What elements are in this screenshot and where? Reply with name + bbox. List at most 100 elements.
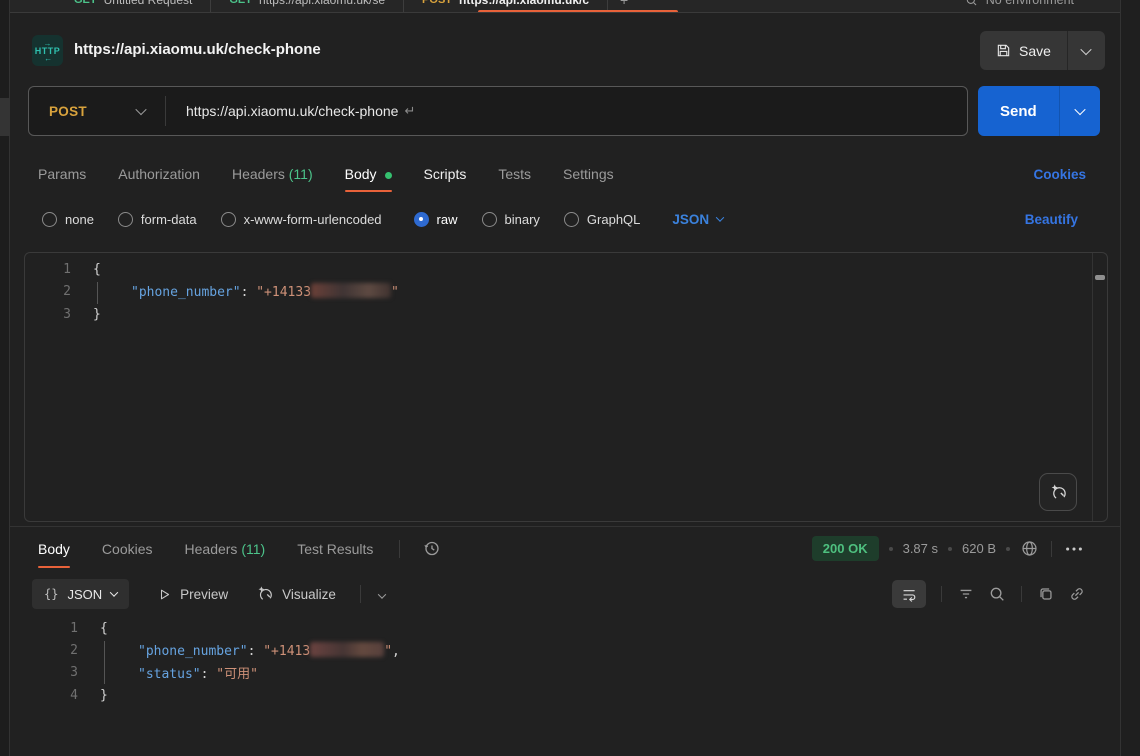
body-type-row: none form-data x-www-form-urlencoded raw… [10, 200, 1120, 238]
request-header: → HTTP → https://api.xiaomu.uk/check-pho… [10, 14, 1120, 80]
method-selector[interactable]: POST [29, 104, 165, 119]
chevron-down-icon [1074, 104, 1085, 115]
response-time[interactable]: 3.87 s [903, 541, 938, 556]
response-header: Body Cookies Headers (11) Test Results 2… [10, 527, 1120, 570]
send-label: Send [1000, 103, 1037, 120]
link-button[interactable] [1068, 585, 1086, 603]
postbot-button[interactable] [1039, 473, 1077, 511]
line-number: 2 [24, 643, 78, 658]
chevron-down-icon [378, 590, 386, 598]
response-tab-test-results[interactable]: Test Results [297, 528, 373, 570]
code-line: 3 } [25, 303, 1091, 326]
dot-separator [1006, 547, 1010, 551]
link-icon [1068, 585, 1086, 603]
url-bar: POST https://api.xiaomu.uk/check-phone ↵ [28, 86, 968, 136]
code-line: 3 "status": "可用" [24, 662, 1108, 684]
copy-icon [1037, 585, 1055, 603]
body-type-raw[interactable]: raw [414, 212, 458, 227]
return-key-hint: ↵ [398, 103, 415, 119]
visualize-options-button[interactable] [379, 586, 385, 602]
active-tab-underline [345, 190, 392, 192]
response-tab-cookies[interactable]: Cookies [102, 528, 153, 570]
chevron-down-icon [135, 104, 146, 115]
tab-scripts[interactable]: Scripts [424, 154, 467, 194]
tab-method-badge: GET [229, 0, 252, 6]
radio-selected-icon [414, 212, 429, 227]
braces-icon: {} [44, 587, 58, 601]
save-label: Save [1019, 43, 1051, 59]
tab-method-badge: GET [74, 0, 97, 6]
request-body-editor[interactable]: 1 { 2 "phone_number": "+14133" 3 } [24, 252, 1108, 522]
response-history-button[interactable] [422, 539, 441, 558]
chevron-down-icon [110, 588, 118, 596]
send-options-button[interactable] [1059, 86, 1100, 136]
code-line: 1 { [25, 258, 1091, 281]
line-number: 2 [25, 284, 71, 299]
body-type-graphql[interactable]: GraphQL [564, 212, 640, 227]
network-info-button[interactable] [1020, 539, 1039, 558]
body-type-form-data[interactable]: form-data [118, 212, 197, 227]
line-number: 3 [24, 665, 78, 680]
url-row: POST https://api.xiaomu.uk/check-phone ↵… [10, 80, 1120, 142]
request-tab-1[interactable]: GET Untitled Request [56, 0, 210, 13]
body-type-binary[interactable]: binary [482, 212, 540, 227]
editor-scrollbar[interactable] [1092, 253, 1107, 521]
tab-tests[interactable]: Tests [498, 154, 531, 194]
tab-settings[interactable]: Settings [563, 154, 614, 194]
search-button[interactable] [988, 585, 1006, 603]
status-badge[interactable]: 200 OK [812, 536, 879, 561]
environment-selector[interactable]: No environment [965, 0, 1074, 13]
response-tools [892, 580, 1086, 608]
preview-button[interactable]: Preview [157, 587, 228, 602]
redacted-phone-value [310, 642, 384, 657]
cookies-link[interactable]: Cookies [1033, 167, 1086, 182]
line-number: 1 [24, 621, 78, 636]
response-format-dropdown[interactable]: {} JSON [32, 579, 129, 609]
chevron-down-icon [1081, 43, 1092, 54]
response-size[interactable]: 620 B [962, 541, 996, 556]
body-type-none[interactable]: none [42, 212, 94, 227]
filter-button[interactable] [957, 585, 975, 603]
response-tab-body[interactable]: Body [38, 528, 70, 570]
code-line: 1 { [24, 617, 1108, 639]
beautify-link[interactable]: Beautify [1025, 212, 1078, 227]
response-tab-headers[interactable]: Headers (11) [185, 528, 266, 570]
save-options-button[interactable] [1067, 31, 1105, 70]
raw-format-dropdown[interactable]: JSON [672, 212, 723, 227]
globe-icon [1020, 539, 1039, 558]
tab-authorization[interactable]: Authorization [118, 154, 200, 194]
send-button[interactable]: Send [978, 86, 1059, 136]
scrollbar-thumb[interactable] [1095, 275, 1105, 280]
send-split-button: Send [978, 86, 1100, 136]
tab-params[interactable]: Params [38, 154, 86, 194]
postbot-sparkle-icon [1049, 483, 1068, 502]
copy-response-button[interactable] [1037, 585, 1055, 603]
sidebar-drag-handle[interactable] [0, 98, 10, 136]
body-content-dot [385, 172, 392, 179]
body-type-urlencoded[interactable]: x-www-form-urlencoded [221, 212, 382, 227]
tab-headers[interactable]: Headers (11) [232, 154, 313, 194]
save-button[interactable]: Save [980, 31, 1067, 70]
save-icon [996, 43, 1011, 58]
search-icon [965, 0, 978, 7]
tab-body[interactable]: Body [345, 154, 392, 194]
save-split-button: Save [980, 31, 1105, 70]
response-meta: 200 OK 3.87 s 620 B [812, 536, 1084, 561]
url-input[interactable]: https://api.xiaomu.uk/check-phone [166, 103, 398, 119]
right-sidebar-sliver [1120, 0, 1140, 756]
visualize-button[interactable]: Visualize [256, 585, 336, 603]
tab-label: https://api.xiaomu.uk/c [459, 0, 589, 7]
new-tab-button[interactable]: + [608, 0, 640, 8]
visualize-sparkle-icon [256, 585, 274, 603]
chevron-down-icon [716, 213, 724, 221]
divider [1021, 586, 1022, 602]
request-tab-2[interactable]: GET https://api.xiaomu.uk/se [211, 0, 403, 13]
headers-count-badge: (11) [289, 166, 313, 182]
radio-icon [482, 212, 497, 227]
tab-label: Untitled Request [104, 0, 193, 7]
response-more-options-button[interactable] [1064, 540, 1084, 558]
response-body-viewer[interactable]: 1 { 2 "phone_number": "+1413", 3 "status… [24, 617, 1108, 756]
word-wrap-button[interactable] [892, 580, 926, 608]
line-number: 3 [25, 307, 71, 322]
divider [360, 585, 361, 603]
